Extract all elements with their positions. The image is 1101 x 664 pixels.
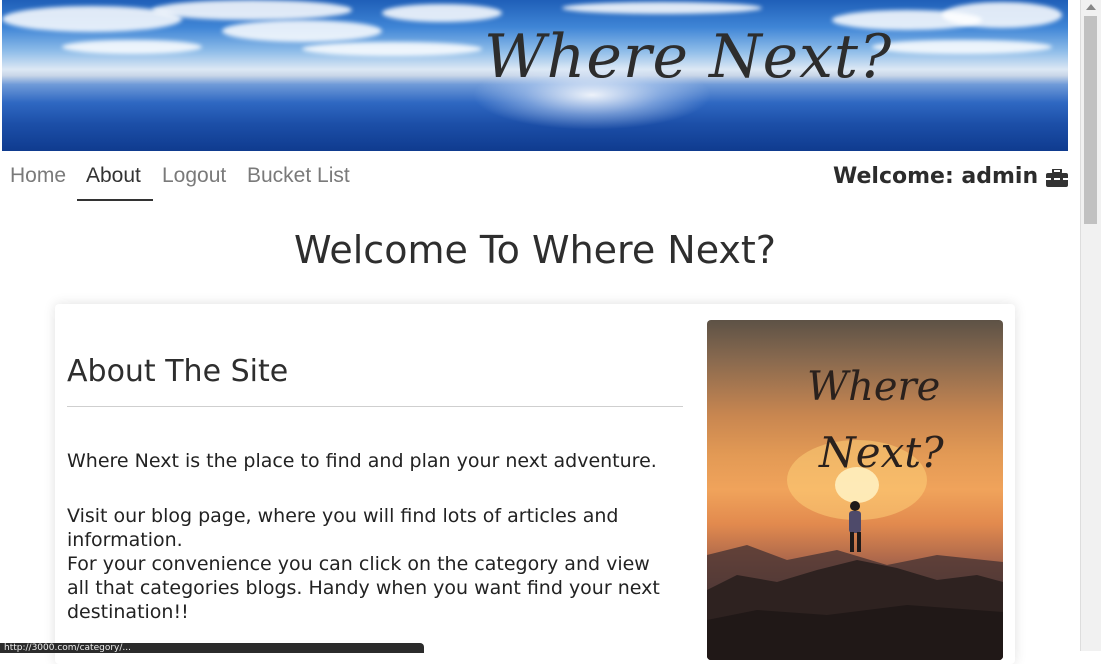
page-scrollbar[interactable] (1080, 0, 1101, 651)
category-paragraph: For your convenience you can click on th… (67, 553, 660, 623)
nav-logout[interactable]: Logout (162, 164, 226, 188)
nav-bucket-list[interactable]: Bucket List (247, 164, 350, 188)
header-banner: Where Next? (2, 0, 1068, 151)
about-card: About The Site Where Next is the place t… (55, 304, 1015, 664)
poster-text-where: Where (807, 364, 941, 410)
divider (67, 406, 683, 407)
nav-about[interactable]: About (86, 164, 141, 188)
welcome-user-text: Welcome: admin (833, 164, 1039, 189)
nav-home[interactable]: Home (10, 164, 66, 188)
toolbox-icon[interactable] (1046, 169, 1068, 187)
browser-status-bar: http://3000.com/category/... (0, 643, 424, 653)
page-title: Welcome To Where Next? (294, 228, 776, 272)
main-nav: Home About Logout Bucket List Welcome: a… (0, 151, 1080, 203)
poster-text-next: Next? (819, 428, 944, 477)
intro-paragraph: Where Next is the place to find and plan… (67, 450, 657, 472)
poster-image: Where Next? (707, 320, 1003, 660)
card-title: About The Site (67, 354, 289, 389)
scroll-up-arrow-icon[interactable] (1086, 4, 1096, 10)
site-logo-text: Where Next? (484, 22, 893, 92)
active-tab-indicator (77, 199, 153, 201)
scroll-thumb[interactable] (1084, 16, 1097, 224)
blog-paragraph: Visit our blog page, where you will find… (67, 505, 619, 551)
